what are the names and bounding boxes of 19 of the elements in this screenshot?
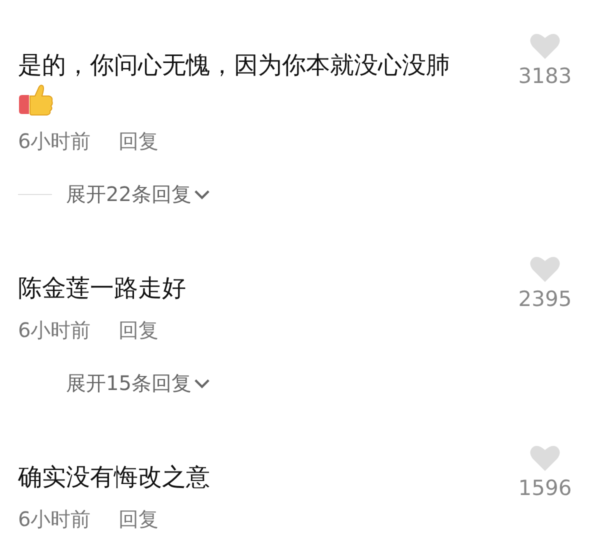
heart-icon[interactable] [529, 444, 561, 472]
like-count: 2395 [518, 287, 572, 311]
chevron-down-icon [193, 189, 212, 200]
like-count: 3183 [518, 64, 572, 88]
timestamp: 6小时前 [18, 317, 91, 344]
expand-replies-button[interactable]: 展开22条回复 [66, 181, 212, 208]
comment-text: 陈金莲一路走好 [18, 273, 186, 304]
reply-button[interactable]: 回复 [118, 128, 159, 155]
timestamp: 6小时前 [18, 128, 91, 155]
reply-button[interactable]: 回复 [118, 317, 159, 344]
comment-text: 确实没有悔改之意 [18, 462, 210, 493]
chevron-down-icon [193, 378, 212, 389]
heart-icon[interactable] [529, 32, 561, 60]
reply-button[interactable]: 回复 [118, 506, 159, 533]
timestamp: 6小时前 [18, 506, 91, 533]
expand-replies-button[interactable]: 展开15条回复 [66, 370, 212, 397]
comment-text: 是的，你问心无愧，因为你本就没心没肺 [18, 50, 450, 81]
heart-icon[interactable] [529, 255, 561, 283]
like-count: 1596 [518, 476, 572, 500]
